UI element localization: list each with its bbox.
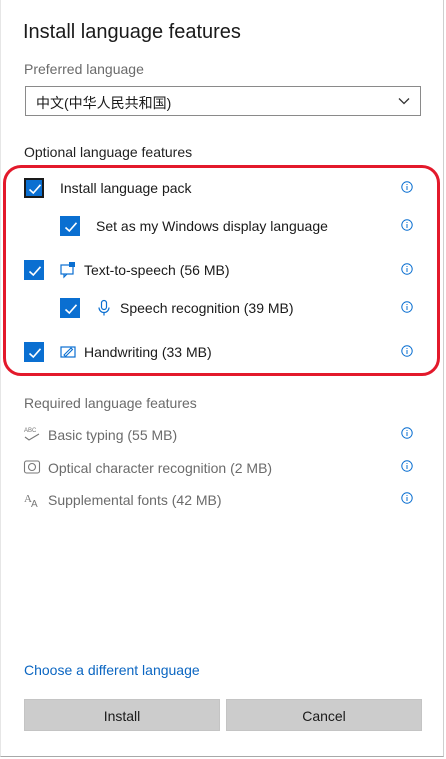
font-icon: A A xyxy=(24,493,38,509)
speech-bubble-icon xyxy=(60,262,75,279)
camera-icon xyxy=(23,460,41,474)
info-icon[interactable] xyxy=(401,181,413,193)
checkmark-icon xyxy=(28,348,42,359)
checkmark-icon xyxy=(28,184,42,195)
info-icon[interactable] xyxy=(401,219,413,231)
ocr-label: Optical character recognition (2 MB) xyxy=(48,460,273,476)
checkmark-icon xyxy=(64,304,78,315)
install-button[interactable]: Install xyxy=(24,699,220,731)
preferred-language-value: 中文(中华人民共和国) xyxy=(36,95,172,111)
speech-recognition-checkbox[interactable] xyxy=(60,298,80,318)
dialog-title: Install language features xyxy=(23,21,241,43)
info-icon[interactable] xyxy=(401,460,413,472)
checkmark-icon xyxy=(28,266,42,277)
basic-typing-label: Basic typing (55 MB) xyxy=(48,427,178,443)
info-icon[interactable] xyxy=(401,345,413,357)
text-to-speech-label: Text-to-speech (56 MB) xyxy=(84,262,230,278)
display-language-label: Set as my Windows display language xyxy=(96,218,328,234)
checkmark-icon xyxy=(64,222,78,233)
info-icon[interactable] xyxy=(401,263,413,275)
info-icon[interactable] xyxy=(401,492,413,504)
svg-text:A: A xyxy=(31,499,38,509)
supplemental-fonts-label: Supplemental fonts (42 MB) xyxy=(48,492,222,508)
speech-recognition-label: Speech recognition (39 MB) xyxy=(120,300,294,316)
optional-features-label: Optional language features xyxy=(24,144,193,160)
info-icon[interactable] xyxy=(401,301,413,313)
install-language-pack-label: Install language pack xyxy=(60,180,192,196)
install-language-pack-checkbox[interactable] xyxy=(24,178,44,198)
choose-different-language-link[interactable]: Choose a different language xyxy=(24,662,200,678)
chevron-down-icon xyxy=(398,98,410,105)
cancel-button[interactable]: Cancel xyxy=(226,699,422,731)
preferred-language-dropdown[interactable]: 中文(中华人民共和国) xyxy=(25,86,421,116)
handwriting-label: Handwriting (33 MB) xyxy=(84,344,212,360)
microphone-icon xyxy=(98,299,110,316)
handwriting-checkbox[interactable] xyxy=(24,342,44,362)
display-language-checkbox[interactable] xyxy=(60,216,80,236)
svg-text:ABC: ABC xyxy=(24,428,37,434)
info-icon[interactable] xyxy=(401,427,413,439)
abc-icon: ABC xyxy=(24,428,40,441)
preferred-language-label: Preferred language xyxy=(24,61,144,77)
required-features-label: Required language features xyxy=(24,395,197,411)
pen-icon xyxy=(60,346,76,358)
text-to-speech-checkbox[interactable] xyxy=(24,260,44,280)
